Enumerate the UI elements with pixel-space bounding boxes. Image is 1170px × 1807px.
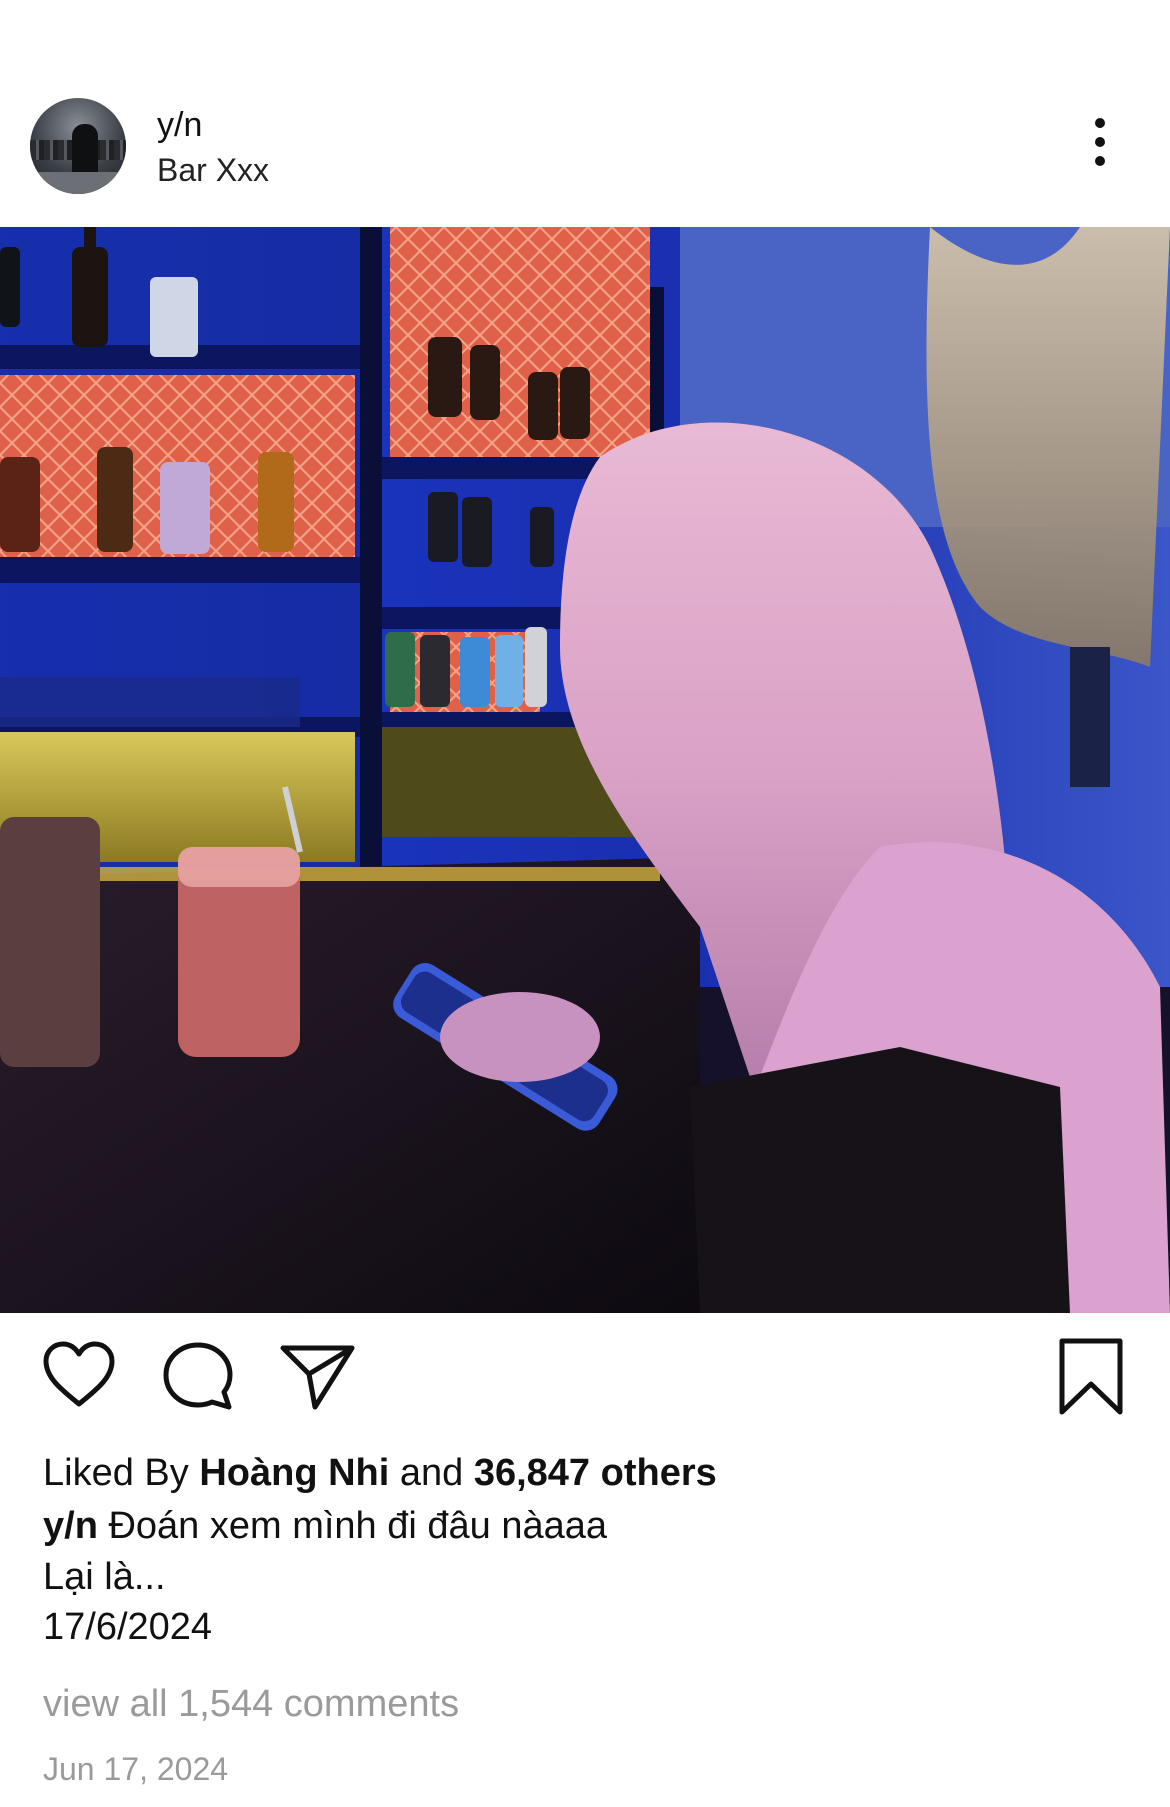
- avatar[interactable]: [30, 98, 126, 194]
- post-location[interactable]: Bar Xxx: [157, 152, 269, 189]
- likes-count[interactable]: 36,847 others: [474, 1452, 717, 1494]
- likes-summary: Liked By Hoàng Nhi and 36,847 others: [43, 1452, 717, 1495]
- liked-by-user[interactable]: Hoàng Nhi: [199, 1452, 389, 1494]
- comment-bubble-icon[interactable]: [160, 1340, 236, 1412]
- caption-username[interactable]: y/n: [43, 1505, 98, 1547]
- more-options-icon[interactable]: [1080, 114, 1120, 170]
- view-comments-link[interactable]: view all 1,544 comments: [43, 1683, 459, 1726]
- post-photo[interactable]: [0, 227, 1170, 1313]
- likes-middle: and: [389, 1452, 474, 1494]
- action-bar: [0, 1338, 1170, 1420]
- likes-prefix: Liked By: [43, 1452, 200, 1494]
- bookmark-icon[interactable]: [1056, 1336, 1126, 1418]
- caption: y/n Đoán xem mình đi đâu nàaaa: [43, 1505, 607, 1548]
- paper-plane-icon[interactable]: [278, 1340, 358, 1412]
- heart-icon[interactable]: [42, 1340, 116, 1410]
- caption-line-2: Lại là...: [43, 1556, 166, 1598]
- post-date: Jun 17, 2024: [43, 1751, 229, 1787]
- caption-line-3: 17/6/2024: [43, 1606, 213, 1648]
- post-username[interactable]: y/n: [157, 106, 202, 145]
- caption-text: Đoán xem mình đi đâu nàaaa: [97, 1505, 608, 1547]
- post-header: y/n Bar Xxx: [0, 90, 1170, 200]
